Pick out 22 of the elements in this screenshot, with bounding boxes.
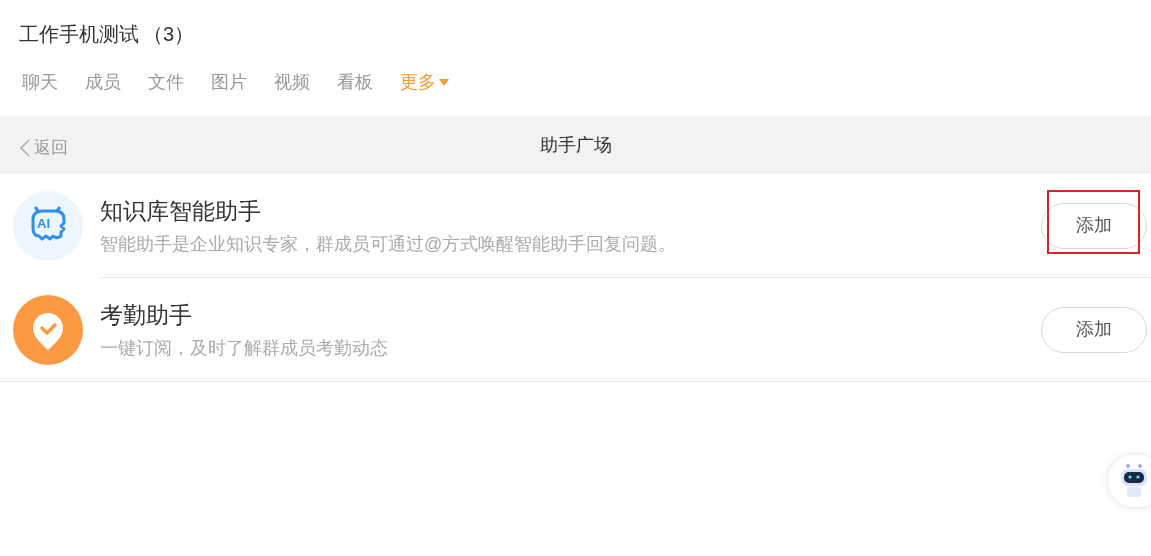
assistant-robot-button[interactable]	[1108, 455, 1151, 507]
back-button[interactable]: 返回	[20, 135, 68, 161]
add-button[interactable]: 添加	[1041, 306, 1147, 353]
assistant-name: 考勤助手	[100, 301, 193, 330]
tab[interactable]: 聊天	[22, 69, 58, 96]
robot-icon	[1118, 463, 1150, 499]
tab[interactable]: 更多	[400, 69, 449, 96]
assistant-name: 知识库智能助手	[100, 197, 262, 226]
tab[interactable]: 视频	[274, 69, 310, 96]
assistant-description: 智能助手是企业知识专家，群成员可通过@方式唤醒智能助手回复问题。	[100, 233, 678, 256]
robot-icon: AI	[13, 191, 83, 261]
location-check-icon	[13, 294, 83, 365]
assistant-description: 一键订阅，及时了解群成员考勤动态	[100, 337, 389, 360]
chevron-left-icon	[20, 138, 30, 157]
tab[interactable]: 成员	[85, 69, 121, 96]
add-button[interactable]: 添加	[1041, 202, 1147, 249]
page-title: 助手广场	[539, 133, 612, 157]
group-title: 工作手机测试	[19, 22, 139, 47]
member-count: （3）	[143, 22, 195, 47]
tab[interactable]: 图片	[211, 69, 247, 96]
tab[interactable]: 看板	[337, 69, 373, 96]
tab[interactable]: 文件	[148, 69, 184, 96]
